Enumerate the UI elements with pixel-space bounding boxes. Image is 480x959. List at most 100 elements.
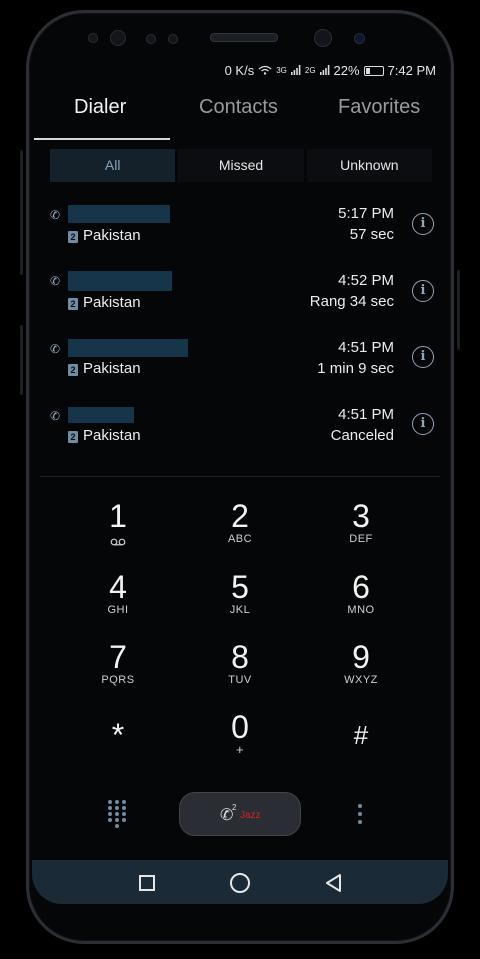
- key-digit: 4: [109, 569, 127, 605]
- missed-call-icon: ✆: [50, 274, 61, 288]
- status-bar: 0 K/s 3G 2G 22% 7:42 PM: [225, 63, 436, 78]
- info-icon[interactable]: i: [412, 346, 434, 368]
- call-sim-number: 2: [232, 803, 237, 812]
- key-letters: DEF: [349, 533, 373, 545]
- key-star[interactable]: *: [58, 718, 178, 752]
- signal-icon: [290, 63, 301, 78]
- sim-badge: 2: [68, 364, 78, 376]
- key-6[interactable]: 6 MNO: [301, 570, 421, 616]
- key-digit: #: [353, 720, 369, 750]
- key-digit: *: [111, 717, 125, 753]
- info-icon[interactable]: i: [412, 413, 434, 435]
- call-country: Pakistan: [83, 427, 141, 444]
- outgoing-call-icon: ✆: [50, 208, 61, 222]
- key-digit: 9: [352, 639, 370, 675]
- key-letters: PQRS: [101, 674, 135, 686]
- sim-badge: 2: [68, 298, 78, 310]
- call-duration: Rang 34 sec: [309, 293, 394, 310]
- key-letters: TUV: [228, 674, 252, 686]
- iris-sensor-icon: [314, 29, 332, 47]
- power-button: [457, 270, 460, 350]
- call-country: Pakistan: [83, 227, 141, 244]
- earpiece-speaker: [210, 33, 278, 42]
- sim-badge: 2: [68, 431, 78, 443]
- key-0[interactable]: 0 +: [180, 710, 300, 756]
- key-digit: 7: [109, 639, 127, 675]
- call-time: 4:52 PM: [338, 272, 394, 289]
- dialpad-divider: [40, 476, 440, 477]
- call-duration: 57 sec: [349, 226, 394, 243]
- network-type-2: 2G: [304, 66, 316, 75]
- redacted-contact-name: [68, 271, 172, 291]
- key-5[interactable]: 5 JKL: [180, 570, 300, 616]
- key-digit: 2: [231, 498, 249, 534]
- key-digit: 8: [231, 639, 249, 675]
- tab-bar: Dialer Contacts Favorites: [34, 96, 446, 140]
- key-2[interactable]: 2 ABC: [180, 499, 300, 545]
- key-3[interactable]: 3 DEF: [301, 499, 421, 545]
- redacted-contact-name: [68, 407, 134, 423]
- key-letters: MNO: [347, 604, 375, 616]
- sensor-icon: [146, 34, 156, 44]
- bixby-button: [20, 150, 23, 275]
- tab-dialer[interactable]: Dialer: [74, 96, 126, 119]
- key-9[interactable]: 9 WXYZ: [301, 640, 421, 686]
- dialpad-toggle-icon[interactable]: [108, 800, 130, 828]
- key-4[interactable]: 4 GHI: [58, 570, 178, 616]
- filter-missed[interactable]: Missed: [178, 149, 304, 182]
- filter-unknown[interactable]: Unknown: [306, 149, 432, 182]
- volume-button: [20, 325, 23, 395]
- outgoing-call-icon: ✆: [50, 409, 61, 423]
- key-hash[interactable]: #: [301, 718, 421, 752]
- key-1[interactable]: 1: [58, 499, 178, 551]
- proximity-sensor-icon: [88, 33, 98, 43]
- key-digit: 6: [352, 569, 370, 605]
- key-letters: WXYZ: [344, 674, 378, 686]
- call-button[interactable]: ✆ 2 Jazz: [179, 792, 301, 836]
- sim-badge: 2: [68, 231, 78, 243]
- key-digit: 1: [109, 498, 127, 534]
- home-icon[interactable]: [230, 873, 250, 893]
- key-letters: GHI: [107, 604, 129, 616]
- call-log-item[interactable]: ✆ 2 Pakistan 5:17 PM 57 sec i: [50, 205, 440, 265]
- call-log-item[interactable]: ✆ 2 Pakistan 4:51 PM 1 min 9 sec i: [50, 339, 440, 399]
- info-icon[interactable]: i: [412, 213, 434, 235]
- carrier-label: Jazz: [240, 810, 261, 821]
- key-letters: ABC: [227, 533, 253, 545]
- clock: 7:42 PM: [387, 63, 436, 78]
- key-letters: JKL: [229, 604, 251, 616]
- call-time: 4:51 PM: [338, 406, 394, 423]
- key-digit: 3: [352, 498, 370, 534]
- voicemail-icon: [58, 533, 178, 551]
- tab-favorites[interactable]: Favorites: [338, 96, 420, 119]
- call-filter-bar: All Missed Unknown: [50, 149, 432, 182]
- filter-all[interactable]: All: [50, 149, 176, 182]
- redacted-contact-name: [68, 339, 188, 357]
- sensor-icon: [168, 34, 178, 44]
- sensor-icon: [110, 30, 126, 46]
- network-type-1: 3G: [276, 66, 287, 75]
- call-duration: Canceled: [330, 427, 394, 444]
- redacted-contact-name: [68, 205, 170, 223]
- key-digit: 5: [231, 569, 249, 605]
- key-digit: 0: [231, 709, 249, 745]
- tab-contacts[interactable]: Contacts: [199, 96, 278, 119]
- call-duration: 1 min 9 sec: [317, 360, 394, 377]
- recent-apps-icon[interactable]: [139, 875, 155, 891]
- key-8[interactable]: 8 TUV: [180, 640, 300, 686]
- key-7[interactable]: 7 PQRS: [58, 640, 178, 686]
- info-icon[interactable]: i: [412, 280, 434, 302]
- front-camera-icon: [354, 33, 365, 44]
- call-country: Pakistan: [83, 294, 141, 311]
- active-tab-indicator: [34, 138, 170, 140]
- call-log-item[interactable]: ✆ 2 Pakistan 4:51 PM Canceled i: [50, 406, 440, 466]
- call-log-item[interactable]: ✆ 2 Pakistan 4:52 PM Rang 34 sec i: [50, 271, 440, 331]
- call-time: 4:51 PM: [338, 339, 394, 356]
- key-letters: +: [235, 742, 245, 757]
- more-options-icon[interactable]: [356, 800, 364, 828]
- call-country: Pakistan: [83, 360, 141, 377]
- network-speed: 0 K/s: [224, 63, 255, 78]
- wifi-icon: [258, 63, 272, 78]
- battery-icon: [363, 65, 384, 76]
- outgoing-call-icon: ✆: [50, 342, 61, 356]
